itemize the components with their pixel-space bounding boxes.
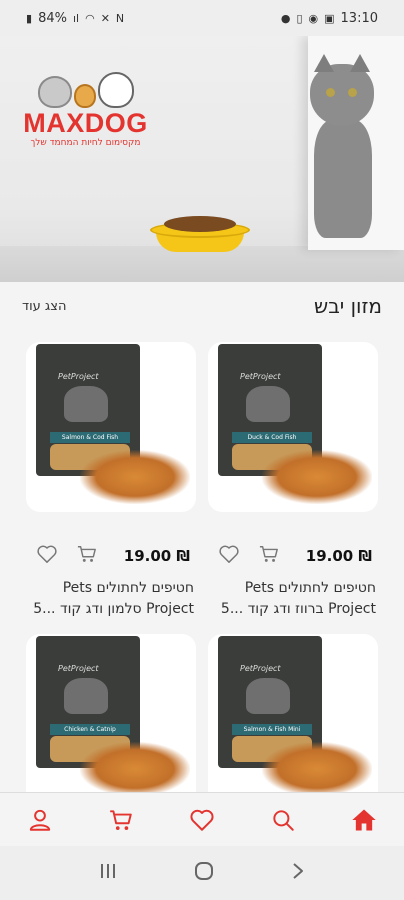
dot-icon: ● xyxy=(280,11,291,25)
cat-image xyxy=(310,54,380,240)
product-title-line: חטיפים לחתולים Pets xyxy=(62,580,194,596)
product-actions: 19.00 ₪ xyxy=(26,534,196,578)
product-card[interactable]: PetProject Duck & Cod Fish 19.00 ₪ חטיפי… xyxy=(208,342,378,620)
bottom-nav xyxy=(0,792,404,846)
status-right: ● ▯ ◉ ▣ 13:10 xyxy=(281,11,378,26)
sim-icon: ▯ xyxy=(296,11,303,25)
recent-apps-icon[interactable] xyxy=(97,862,119,884)
section-header: הצג עוד מזון יבש xyxy=(0,288,404,324)
food-bowl-image xyxy=(150,216,250,254)
user-icon xyxy=(30,809,51,831)
package-brand: PetProject xyxy=(240,664,281,673)
section-title: מזון יבש xyxy=(314,294,382,318)
logo-cat-icon xyxy=(37,76,72,108)
product-title[interactable]: חטיפים לחתולים Pets Project סלמון ודג קו… xyxy=(26,578,196,620)
battery-icon: ▮ xyxy=(26,11,33,25)
product-title[interactable]: חטיפים לחתולים Pets Project ברווז ודג קו… xyxy=(208,578,378,620)
signal-icon: ıl xyxy=(72,11,80,25)
status-bar: ▮ 84% ıl ◠ ✕ N ● ▯ ◉ ▣ 13:10 xyxy=(0,0,404,36)
logo-dog-icon xyxy=(97,72,134,108)
product-image[interactable]: PetProject Salmon & Fish Mini xyxy=(208,634,378,804)
app-notification-icon: ◉ xyxy=(308,11,319,25)
cart-icon[interactable] xyxy=(258,544,280,568)
logo-text: MAXDOG xyxy=(23,108,148,138)
product-title-line: Project ברווז ודג קוד ...5 xyxy=(220,601,376,617)
home-icon xyxy=(351,809,376,830)
product-card[interactable]: PetProject Salmon & Fish Mini xyxy=(208,634,378,804)
product-title-line: חטיפים לחתולים Pets xyxy=(244,580,376,596)
nav-home-button[interactable] xyxy=(344,800,384,840)
search-icon xyxy=(273,809,294,831)
logo-tagline: מקסימום לחיות המחמד שלך xyxy=(30,138,141,148)
product-price: 19.00 ₪ xyxy=(305,547,372,565)
cart-icon xyxy=(110,809,132,830)
cart-icon[interactable] xyxy=(76,544,98,568)
product-price: 19.00 ₪ xyxy=(123,547,190,565)
nfc-icon: N xyxy=(115,11,125,25)
no-sound-icon: ✕ xyxy=(100,11,110,25)
heart-icon[interactable] xyxy=(218,544,240,568)
product-title-line: Project סלמון ודג קוד ...5 xyxy=(33,601,194,617)
product-image[interactable]: PetProject Duck & Cod Fish xyxy=(208,342,378,512)
nav-favorites-button[interactable] xyxy=(182,800,222,840)
back-icon[interactable] xyxy=(289,861,307,885)
logo-animals xyxy=(18,68,153,108)
home-circle-icon[interactable] xyxy=(193,860,215,886)
package-label: Chicken & Catnip xyxy=(50,724,130,735)
gallery-icon: ▣ xyxy=(324,11,335,25)
hero-banner[interactable]: MAXDOG מקסימום לחיות המחמד שלך xyxy=(0,36,404,282)
nav-profile-button[interactable] xyxy=(20,800,60,840)
package-label: Duck & Cod Fish xyxy=(232,432,312,443)
nav-search-button[interactable] xyxy=(263,800,303,840)
status-left: ▮ 84% ıl ◠ ✕ N xyxy=(26,11,124,26)
nav-cart-button[interactable] xyxy=(101,800,141,840)
maxdog-logo: MAXDOG מקסימום לחיות המחמד שלך xyxy=(18,68,153,148)
product-card[interactable]: PetProject Chicken & Catnip xyxy=(26,634,196,804)
product-card[interactable]: PetProject Salmon & Cod Fish 19.00 ₪ חטי… xyxy=(26,342,196,620)
product-image[interactable]: PetProject Salmon & Cod Fish xyxy=(26,342,196,512)
treats-image xyxy=(262,742,372,796)
show-more-link[interactable]: הצג עוד xyxy=(22,299,66,314)
package-label: Salmon & Cod Fish xyxy=(50,432,130,443)
wifi-icon: ◠ xyxy=(85,11,95,25)
product-actions: 19.00 ₪ xyxy=(208,534,378,578)
heart-icon[interactable] xyxy=(36,544,58,568)
product-image[interactable]: PetProject Chicken & Catnip xyxy=(26,634,196,804)
treats-image xyxy=(80,742,190,796)
logo-hamster-icon xyxy=(73,84,96,108)
package-brand: PetProject xyxy=(58,372,99,381)
system-nav-bar xyxy=(0,846,404,900)
package-label: Salmon & Fish Mini xyxy=(232,724,312,735)
battery-level: 84% xyxy=(38,10,67,26)
treats-image xyxy=(80,450,190,504)
clock: 13:10 xyxy=(340,10,378,26)
heart-icon xyxy=(190,809,214,831)
treats-image xyxy=(262,450,372,504)
package-brand: PetProject xyxy=(240,372,281,381)
package-brand: PetProject xyxy=(58,664,99,673)
